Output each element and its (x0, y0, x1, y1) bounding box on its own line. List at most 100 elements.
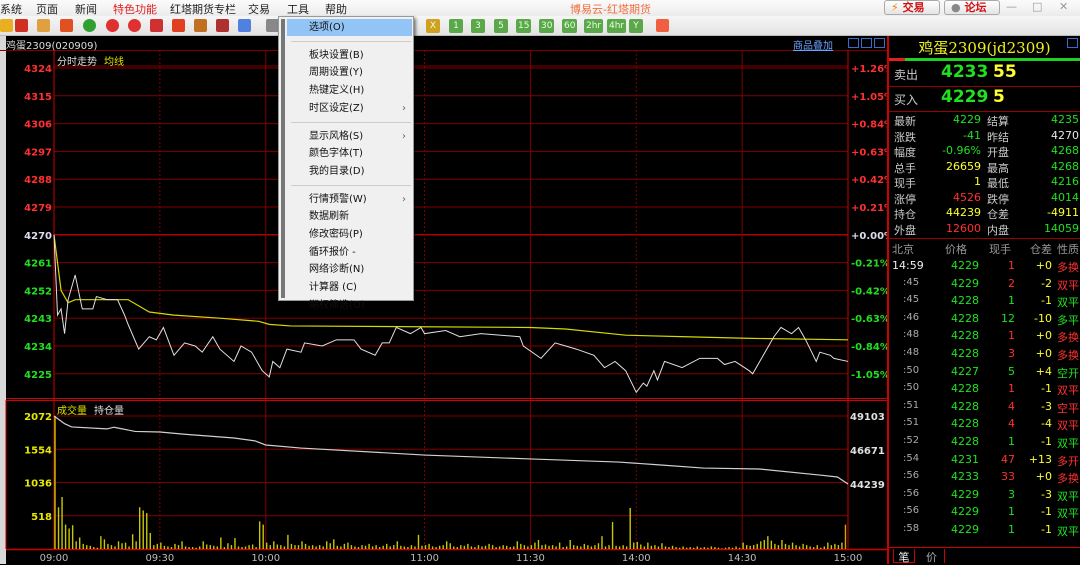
avg-legend: 均线 (104, 57, 124, 68)
bid-volume: 5 (993, 87, 1005, 107)
menu-item[interactable]: 行情预警(W) › (287, 191, 412, 208)
time-tick-label: 10:00 (251, 553, 280, 564)
tick-oi-change: -1 (1041, 435, 1052, 448)
tick-type: 双平 (1057, 419, 1079, 433)
menu-item[interactable]: 选项(O) (287, 19, 412, 36)
bid-label: 买入 (894, 93, 919, 107)
price-tick-label: 4234 (24, 342, 52, 353)
stat-label: 现手 (894, 177, 916, 190)
ask-volume: 55 (993, 62, 1017, 82)
tick-volume: 1 (1008, 523, 1015, 536)
menu-item-label: 期权筛选(O) (309, 299, 365, 311)
tick-time: :56 (903, 470, 920, 482)
stat-label: 开盘 (987, 146, 1009, 159)
time-tick-label: 11:00 (410, 553, 439, 564)
tick-oi-change: -10 (1034, 311, 1052, 325)
tick-price: 4228 (951, 399, 979, 413)
prev-icon[interactable] (848, 38, 859, 48)
tick-oi-change: -3 (1041, 487, 1052, 501)
tick-price: 4233 (951, 470, 979, 484)
menu-item[interactable]: 期权筛选(O) (287, 297, 412, 314)
menu-item-label: 行情预警(W) (309, 193, 367, 205)
stat-value: 4268 (1051, 159, 1079, 173)
tick-price: 4228 (951, 329, 979, 343)
stat-value: 4014 (1051, 190, 1079, 204)
tick-type: 多换 (1057, 472, 1079, 486)
tick-volume: 47 (1001, 452, 1015, 466)
tick-time: :46 (903, 311, 920, 323)
tick-time: :48 (903, 329, 920, 341)
time-tick-label: 09:00 (40, 553, 69, 564)
price-tick-label: 4306 (24, 120, 52, 131)
menu-item[interactable]: 计算器 (C) (287, 279, 412, 296)
time-tick-label: 09:30 (145, 553, 174, 564)
pct-tick-label: +1.05% (851, 92, 888, 103)
tick-oi-change: -1 (1041, 505, 1052, 519)
menu-item[interactable]: 网络诊断(N) (287, 261, 412, 278)
tick-time: :50 (903, 382, 920, 394)
split-icon[interactable] (874, 38, 885, 48)
stat-label: 仓差 (987, 208, 1009, 221)
tick-oi-change: +0 (1035, 329, 1052, 343)
tick-volume: 12 (1001, 311, 1015, 325)
tick-oi-change: -4 (1041, 417, 1052, 431)
tick-time: :56 (903, 487, 920, 499)
tick-oi-change: +0 (1035, 470, 1052, 484)
stat-value: 4216 (1051, 175, 1079, 188)
submenu-arrow-icon: › (402, 102, 406, 114)
stat-value: -41 (963, 128, 981, 142)
maximize-panel-icon[interactable] (1067, 38, 1078, 48)
quote-title: 鸡蛋2309(jd2309) (918, 39, 1051, 57)
next-icon[interactable] (861, 38, 872, 48)
overlay-link[interactable]: 商品叠加 (793, 37, 833, 52)
stat-value: -0.96% (942, 144, 981, 157)
price-tick-label: 4324 (24, 64, 52, 75)
menu-item[interactable]: 我的目录(D) (287, 163, 412, 180)
tick-oi-change: -1 (1041, 523, 1052, 536)
tab-price[interactable]: 价 (919, 549, 945, 564)
maximize-icon[interactable]: □ (1032, 0, 1042, 13)
volume-tick-label: 2072 (24, 412, 52, 423)
price-tick-label: 4252 (24, 286, 52, 297)
menu-separator (291, 40, 411, 42)
instrument-title: 鸡蛋2309(020909) (6, 41, 98, 52)
stat-label: 最高 (987, 161, 1009, 175)
menu-item[interactable]: 热键定义(H) (287, 82, 412, 99)
ticks-header-cell: 性质 (1057, 243, 1079, 256)
chat-icon: ● (951, 1, 961, 14)
trade-button[interactable]: ⚡ 交易 (884, 0, 940, 15)
menu-item-label: 选项(O) (309, 22, 345, 33)
menu-item[interactable]: 循环报价 - (287, 244, 412, 261)
volume-legend: 成交量 (57, 406, 87, 417)
tick-time: :54 (903, 452, 920, 464)
forum-button[interactable]: ● 论坛 (944, 0, 1000, 15)
menu-item[interactable]: 板块设置(B) (287, 47, 412, 64)
menu-item[interactable]: 时区设定(Z) › (287, 100, 412, 117)
tick-volume: 1 (1008, 435, 1015, 448)
stat-label: 昨结 (987, 130, 1009, 144)
menu-item[interactable]: 显示风格(S) › (287, 128, 412, 145)
tick-volume: 5 (1008, 364, 1015, 378)
tick-time: :50 (903, 364, 920, 376)
tick-price: 4228 (951, 435, 979, 448)
pct-tick-label: +0.21% (851, 203, 888, 214)
menu-item[interactable]: 修改密码(P) (287, 226, 412, 243)
menu-item[interactable]: 周期设置(Y) (287, 64, 412, 81)
pct-tick-label: -0.84% (851, 342, 888, 353)
tick-price: 4229 (951, 523, 979, 536)
stat-label: 最新 (894, 115, 916, 128)
tick-volume: 4 (1008, 399, 1015, 413)
menu-item[interactable]: 数据刷新 (287, 208, 412, 225)
stat-value: 4526 (953, 190, 981, 204)
open-interest-line (53, 415, 849, 485)
volume-tick-label: 1554 (24, 445, 52, 456)
minimize-icon[interactable]: — (1006, 0, 1017, 13)
tick-type: 双平 (1057, 489, 1079, 503)
close-icon[interactable]: ✕ (1059, 0, 1068, 13)
menu-item[interactable]: 颜色字体(T) (287, 145, 412, 162)
menu-item-label: 数据刷新 (309, 211, 349, 223)
menu-item-label: 时区设定(Z) (309, 102, 364, 114)
tick-oi-change: -3 (1041, 399, 1052, 413)
tick-type: 多换 (1057, 261, 1079, 274)
tab-ticks[interactable]: 笔 (893, 549, 915, 564)
